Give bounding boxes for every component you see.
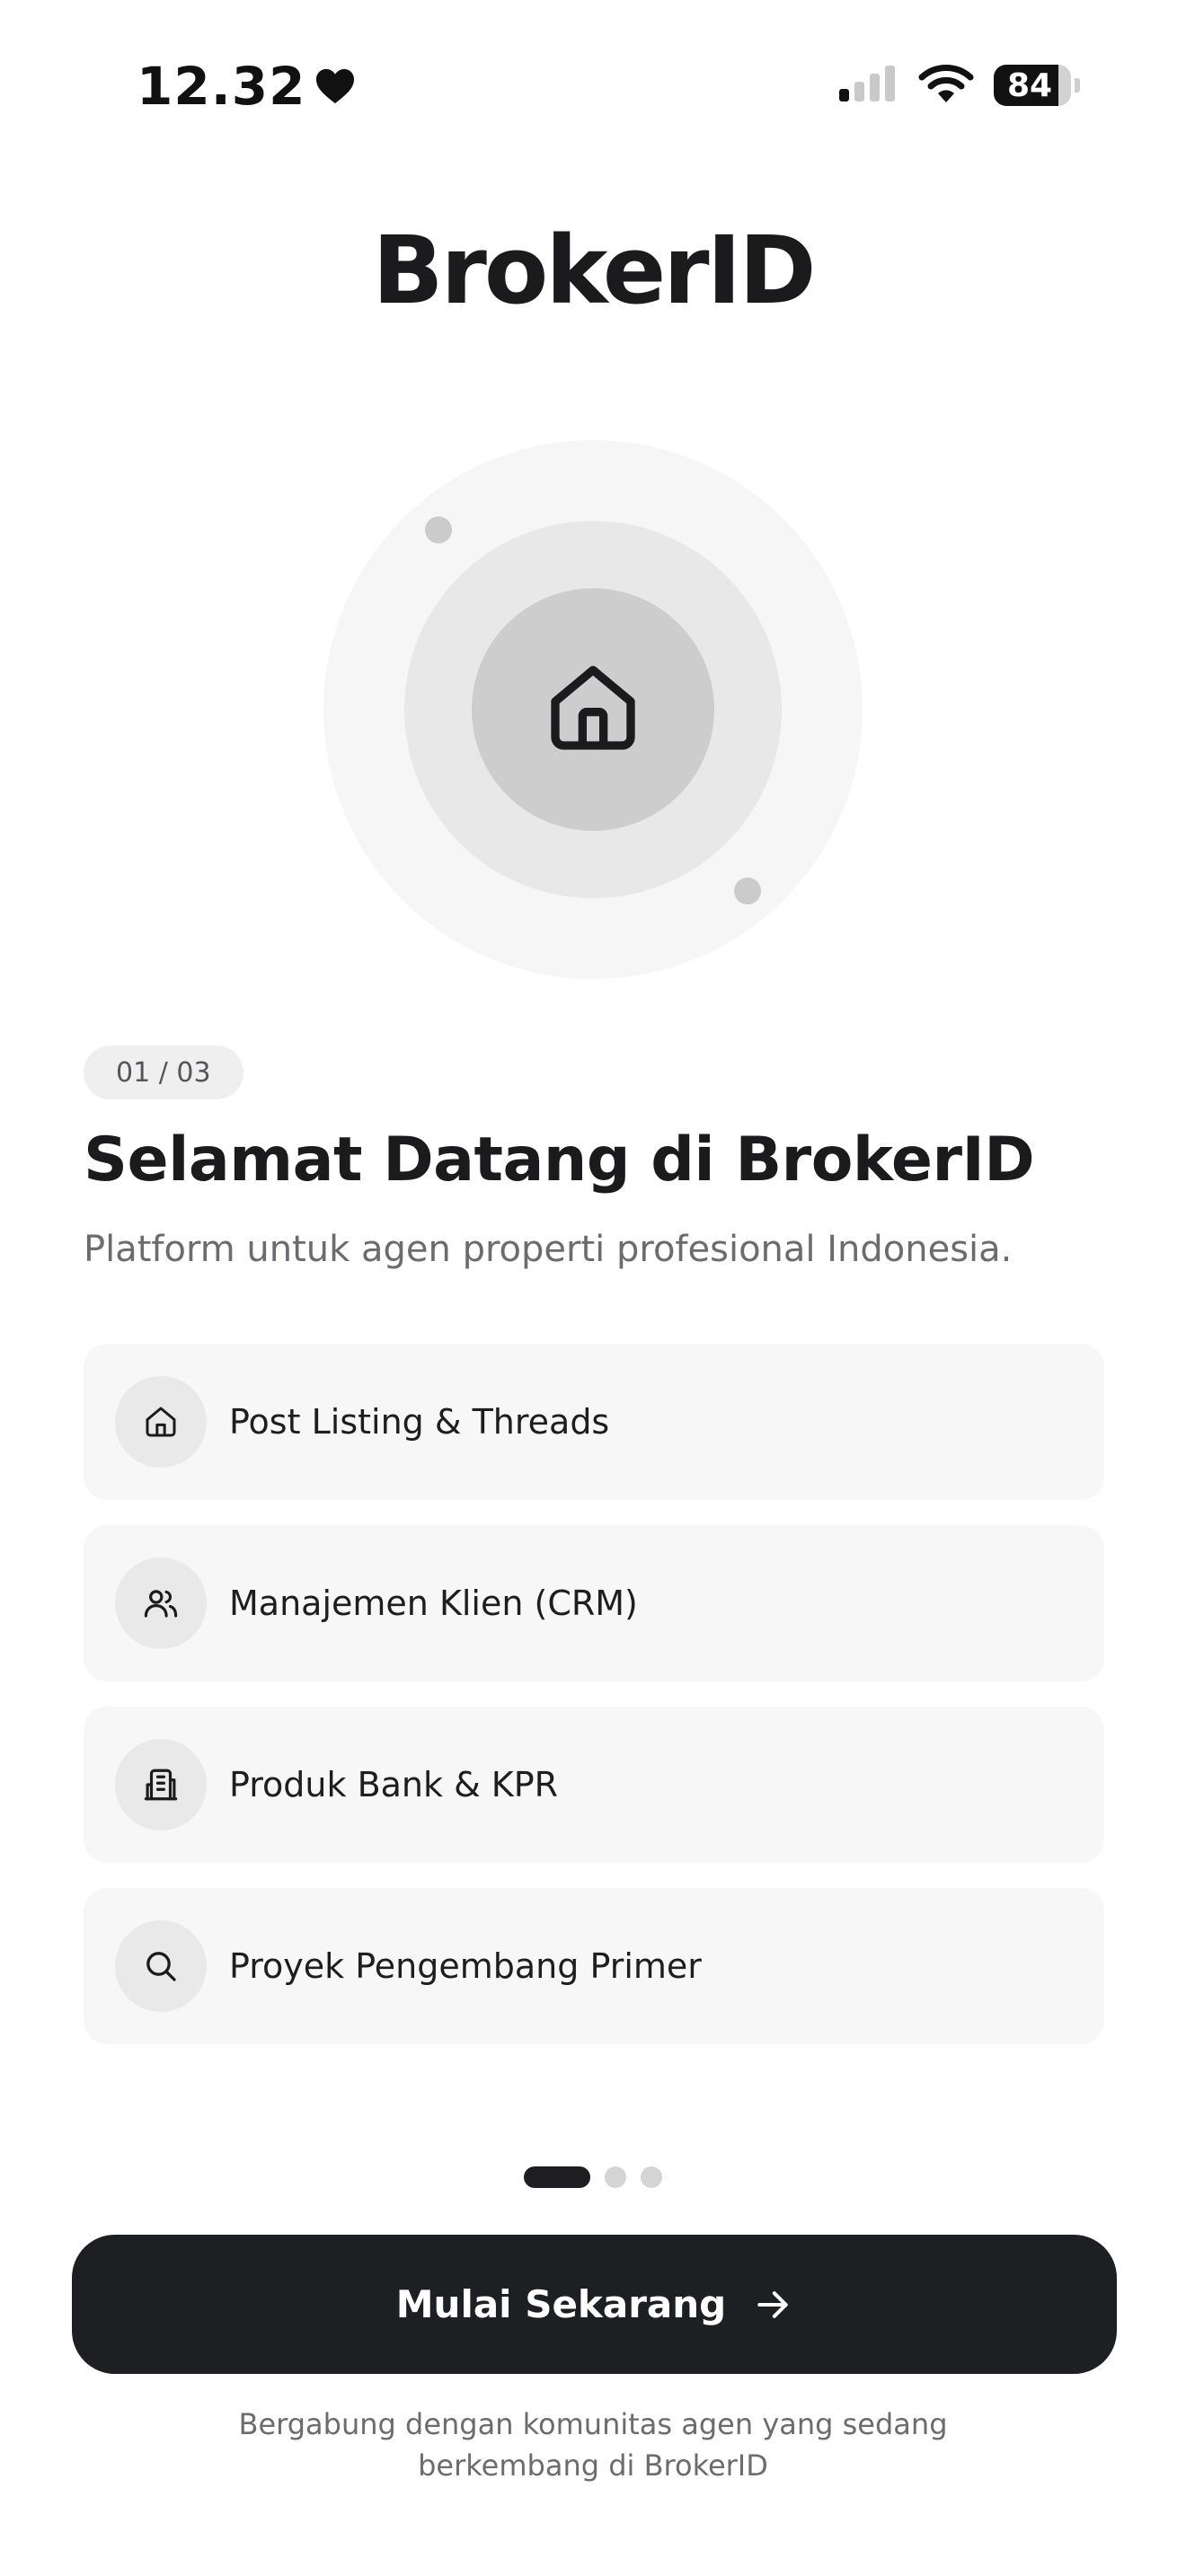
home-icon xyxy=(115,1376,207,1468)
users-icon xyxy=(115,1557,207,1649)
building-icon xyxy=(115,1739,207,1831)
feature-label: Post Listing & Threads xyxy=(229,1402,610,1442)
battery-cap xyxy=(1075,78,1080,93)
arrow-right-icon xyxy=(753,2285,792,2325)
feature-item-bank-kpr: Produk Bank & KPR xyxy=(84,1707,1104,1863)
battery-level: 84 xyxy=(1006,66,1053,104)
step-badge: 01 / 03 xyxy=(84,1045,243,1099)
status-indicators: 84 xyxy=(839,63,1080,108)
wifi-icon xyxy=(918,63,974,108)
hero-illustration xyxy=(323,440,863,979)
feature-label: Produk Bank & KPR xyxy=(229,1765,559,1804)
hero-decor-dot xyxy=(734,878,761,904)
status-time-text: 12.32 xyxy=(137,56,306,117)
page-dot[interactable] xyxy=(605,2166,626,2188)
feature-label: Proyek Pengembang Primer xyxy=(229,1946,702,1986)
start-now-label: Mulai Sekarang xyxy=(395,2282,727,2326)
battery-icon: 84 xyxy=(994,65,1071,106)
feature-item-crm: Manajemen Klien (CRM) xyxy=(84,1525,1104,1681)
feature-label: Manajemen Klien (CRM) xyxy=(229,1584,638,1623)
page-title: Selamat Datang di BrokerID xyxy=(84,1125,1035,1195)
hero-decor-dot xyxy=(425,516,452,543)
footer-note: Bergabung dengan komunitas agen yang sed… xyxy=(238,2407,948,2483)
heart-icon xyxy=(314,67,356,105)
search-icon xyxy=(115,1920,207,2012)
status-time: 12.32 xyxy=(137,56,356,117)
hero-inner-circle xyxy=(472,588,714,831)
feature-item-post-listing: Post Listing & Threads xyxy=(84,1344,1104,1500)
feature-item-developer-projects: Proyek Pengembang Primer xyxy=(84,1888,1104,2044)
page-indicator xyxy=(0,2166,1186,2188)
page-dot-active[interactable] xyxy=(524,2166,590,2188)
home-icon xyxy=(543,657,643,762)
page-subtitle: Platform untuk agen properti profesional… xyxy=(84,1229,1013,1270)
page-dot[interactable] xyxy=(641,2166,662,2188)
status-bar: 12.32 84 xyxy=(0,0,1186,171)
start-now-button[interactable]: Mulai Sekarang xyxy=(72,2235,1117,2374)
app-logo: BrokerID xyxy=(372,216,816,325)
cellular-signal-icon xyxy=(839,64,898,107)
feature-list: Post Listing & Threads Manajemen Klien (… xyxy=(84,1344,1104,2069)
